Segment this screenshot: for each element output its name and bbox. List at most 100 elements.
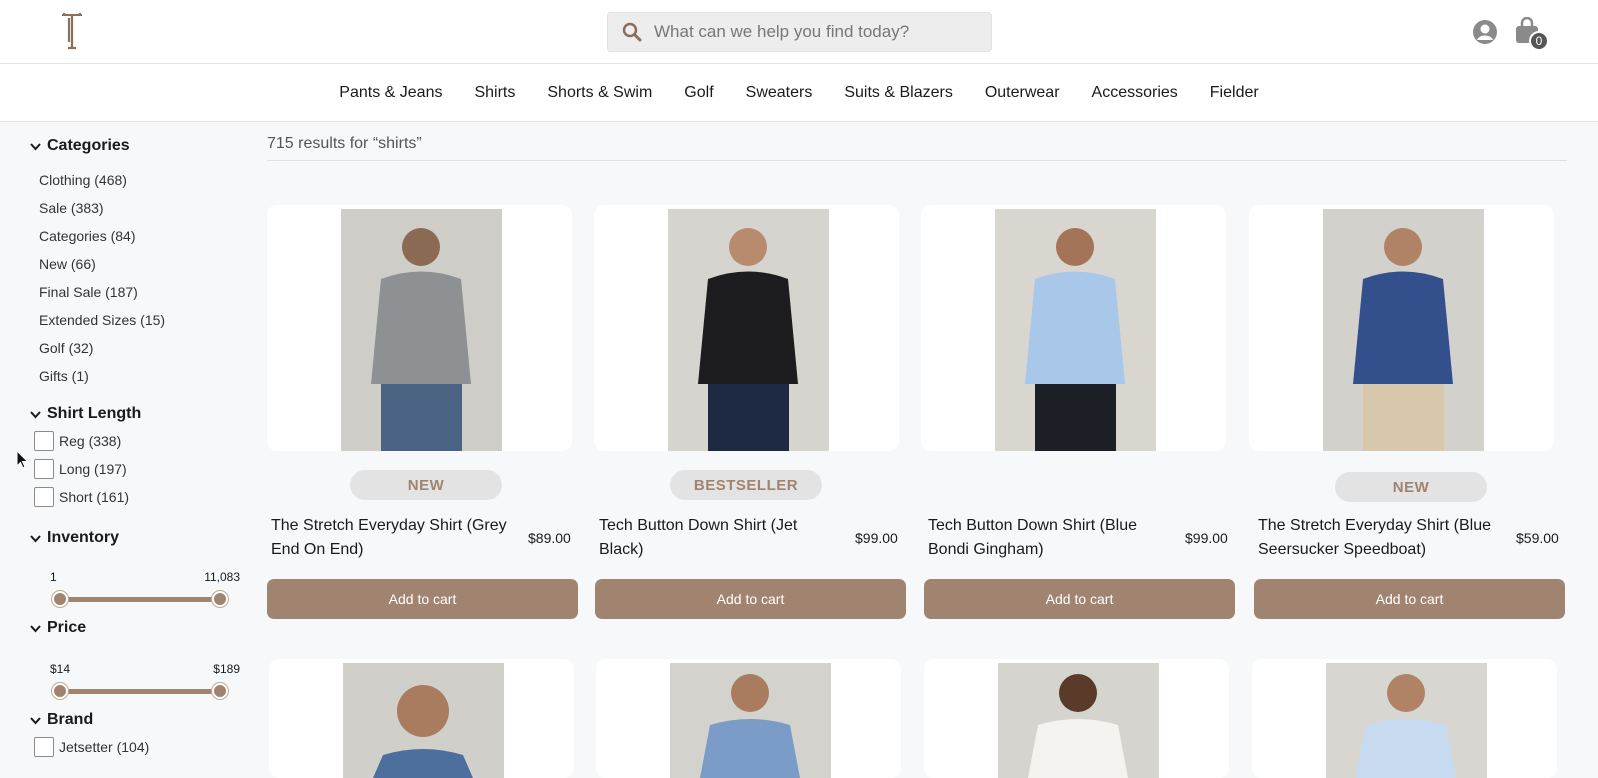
nav-pants-jeans[interactable]: Pants & Jeans	[323, 84, 458, 102]
nav-shirts[interactable]: Shirts	[458, 84, 531, 102]
option-label: Long (197)	[59, 461, 127, 477]
nav-sweaters[interactable]: Sweaters	[730, 84, 829, 102]
product-photo	[670, 663, 831, 778]
shirt-shape	[1356, 719, 1456, 778]
nav-fielder[interactable]: Fielder	[1194, 84, 1275, 102]
inventory-slider-track[interactable]	[60, 597, 220, 602]
product-image-card[interactable]	[1252, 659, 1557, 778]
nav-suits-blazers[interactable]: Suits & Blazers	[828, 84, 968, 102]
product-price: $99.00	[1185, 530, 1228, 546]
pants-shape	[708, 384, 789, 451]
product-badge: BESTSELLER	[670, 470, 822, 500]
product-name[interactable]: The Stretch Everyday Shirt (Grey End On …	[271, 514, 516, 562]
range-max-label: 11,083	[204, 570, 240, 584]
facet-title: Price	[47, 619, 87, 636]
chevron-down-icon	[30, 624, 41, 632]
product-image-card[interactable]	[596, 659, 901, 778]
search-input[interactable]	[654, 22, 984, 42]
category-link[interactable]: Extended Sizes (15)	[39, 312, 165, 328]
pants-shape	[1363, 384, 1444, 451]
facet-title: Categories	[47, 137, 130, 154]
product-image-card[interactable]	[924, 659, 1229, 778]
chevron-down-icon	[30, 716, 41, 724]
chevron-down-icon	[30, 410, 41, 418]
product-photo	[1326, 663, 1487, 778]
facet-title: Shirt Length	[47, 405, 142, 422]
checkbox[interactable]	[34, 487, 54, 507]
shirt-shape	[371, 271, 471, 384]
category-link[interactable]: Final Sale (187)	[39, 284, 138, 300]
shirt-shape	[1353, 271, 1453, 384]
inventory-range-labels: 1 11,083	[50, 570, 240, 584]
product-photo	[343, 663, 504, 778]
range-max-label: $189	[213, 662, 240, 676]
filter-sidebar: Categories Clothing (468) Sale (383) Cat…	[0, 122, 250, 778]
add-to-cart-button[interactable]: Add to cart	[267, 579, 578, 619]
inventory-max-handle[interactable]	[212, 591, 228, 607]
nav-golf[interactable]: Golf	[668, 84, 729, 102]
product-photo	[995, 209, 1156, 451]
product-image-card[interactable]	[1249, 205, 1554, 451]
nav-accessories[interactable]: Accessories	[1076, 84, 1194, 102]
price-min-handle[interactable]	[52, 683, 68, 699]
results-count: 715 results for “shirts”	[267, 135, 422, 152]
brand-option[interactable]: Jetsetter (104)	[34, 737, 149, 757]
nav-shorts-swim[interactable]: Shorts & Swim	[531, 84, 668, 102]
shirt-length-option[interactable]: Reg (338)	[34, 431, 121, 451]
shirt-shape	[1028, 719, 1128, 778]
shirt-length-option[interactable]: Short (161)	[34, 487, 129, 507]
product-photo	[1323, 209, 1484, 451]
divider	[267, 160, 1567, 161]
brand-logo[interactable]	[60, 12, 84, 50]
facet-header-inventory[interactable]: Inventory	[30, 529, 119, 547]
product-name[interactable]: Tech Button Down Shirt (Blue Bondi Gingh…	[928, 514, 1173, 562]
product-price: $59.00	[1516, 530, 1559, 546]
pants-shape	[1035, 384, 1116, 451]
option-label: Reg (338)	[59, 433, 122, 449]
shirt-shape	[1025, 271, 1125, 384]
category-link[interactable]: Categories (84)	[39, 228, 136, 244]
product-image-card[interactable]	[267, 205, 572, 451]
pants-shape	[381, 384, 462, 451]
chevron-down-icon	[30, 142, 41, 150]
facet-header-brand[interactable]: Brand	[30, 711, 93, 729]
product-name[interactable]: Tech Button Down Shirt (Jet Black)	[599, 514, 844, 562]
range-min-label: $14	[50, 662, 71, 676]
product-name[interactable]: The Stretch Everyday Shirt (Blue Seersuc…	[1258, 514, 1503, 562]
chevron-down-icon	[30, 534, 41, 542]
facet-title: Inventory	[47, 529, 120, 546]
category-link[interactable]: Sale (383)	[39, 200, 104, 216]
search-icon	[622, 22, 642, 42]
add-to-cart-button[interactable]: Add to cart	[595, 579, 906, 619]
search-bar[interactable]	[607, 12, 992, 52]
range-min-label: 1	[50, 570, 57, 584]
product-price: $99.00	[855, 530, 898, 546]
facet-header-price[interactable]: Price	[30, 619, 86, 637]
product-image-card[interactable]	[921, 205, 1226, 451]
product-image-card[interactable]	[269, 659, 574, 778]
shirt-shape	[698, 271, 798, 384]
inventory-min-handle[interactable]	[52, 591, 68, 607]
add-to-cart-button[interactable]: Add to cart	[1254, 579, 1565, 619]
product-image-card[interactable]	[594, 205, 899, 451]
add-to-cart-button[interactable]: Add to cart	[924, 579, 1235, 619]
product-badge: NEW	[1335, 472, 1487, 502]
checkbox[interactable]	[34, 459, 54, 479]
nav-outerwear[interactable]: Outerwear	[969, 84, 1076, 102]
cart-button[interactable]: 0	[1514, 16, 1549, 51]
price-slider-track[interactable]	[60, 689, 220, 694]
category-link[interactable]: Clothing (468)	[39, 172, 127, 188]
category-link[interactable]: Golf (32)	[39, 340, 93, 356]
shirt-length-option[interactable]: Long (197)	[34, 459, 127, 479]
checkbox[interactable]	[34, 737, 54, 757]
category-link[interactable]: Gifts (1)	[39, 368, 89, 384]
price-max-handle[interactable]	[212, 683, 228, 699]
facet-header-categories[interactable]: Categories	[30, 137, 130, 155]
category-link[interactable]: New (66)	[39, 256, 96, 272]
price-range-labels: $14 $189	[50, 662, 240, 676]
checkbox[interactable]	[34, 431, 54, 451]
facet-header-shirt-length[interactable]: Shirt Length	[30, 405, 141, 423]
account-icon[interactable]	[1472, 19, 1498, 45]
product-photo	[998, 663, 1159, 778]
facet-title: Brand	[47, 711, 94, 728]
